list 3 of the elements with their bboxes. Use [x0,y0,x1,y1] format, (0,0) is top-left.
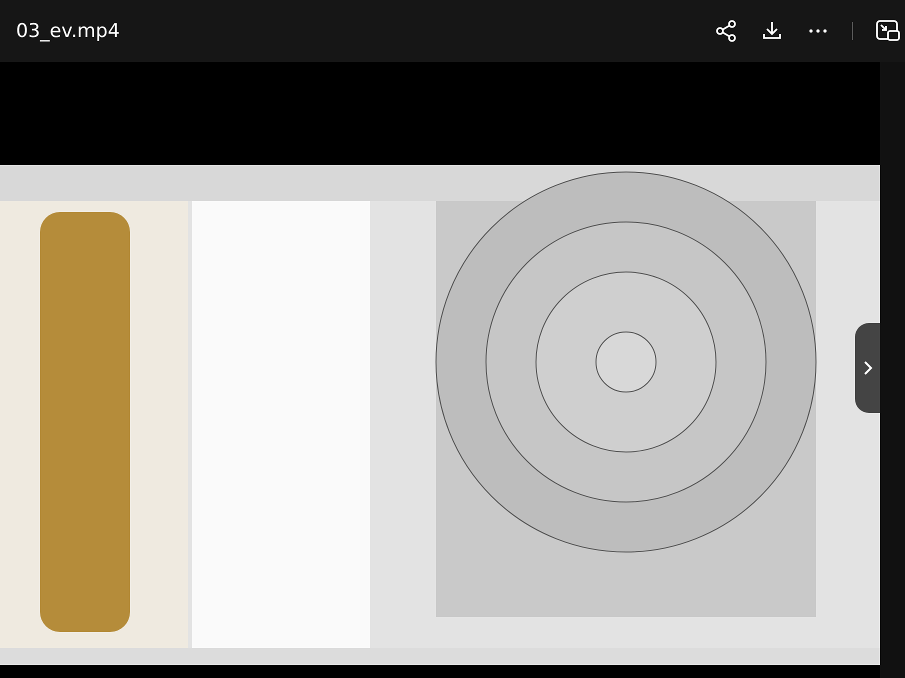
file-title: 03_ev.mp4 [16,20,120,42]
chevron-right-icon [862,360,872,376]
next-button[interactable] [855,323,880,413]
